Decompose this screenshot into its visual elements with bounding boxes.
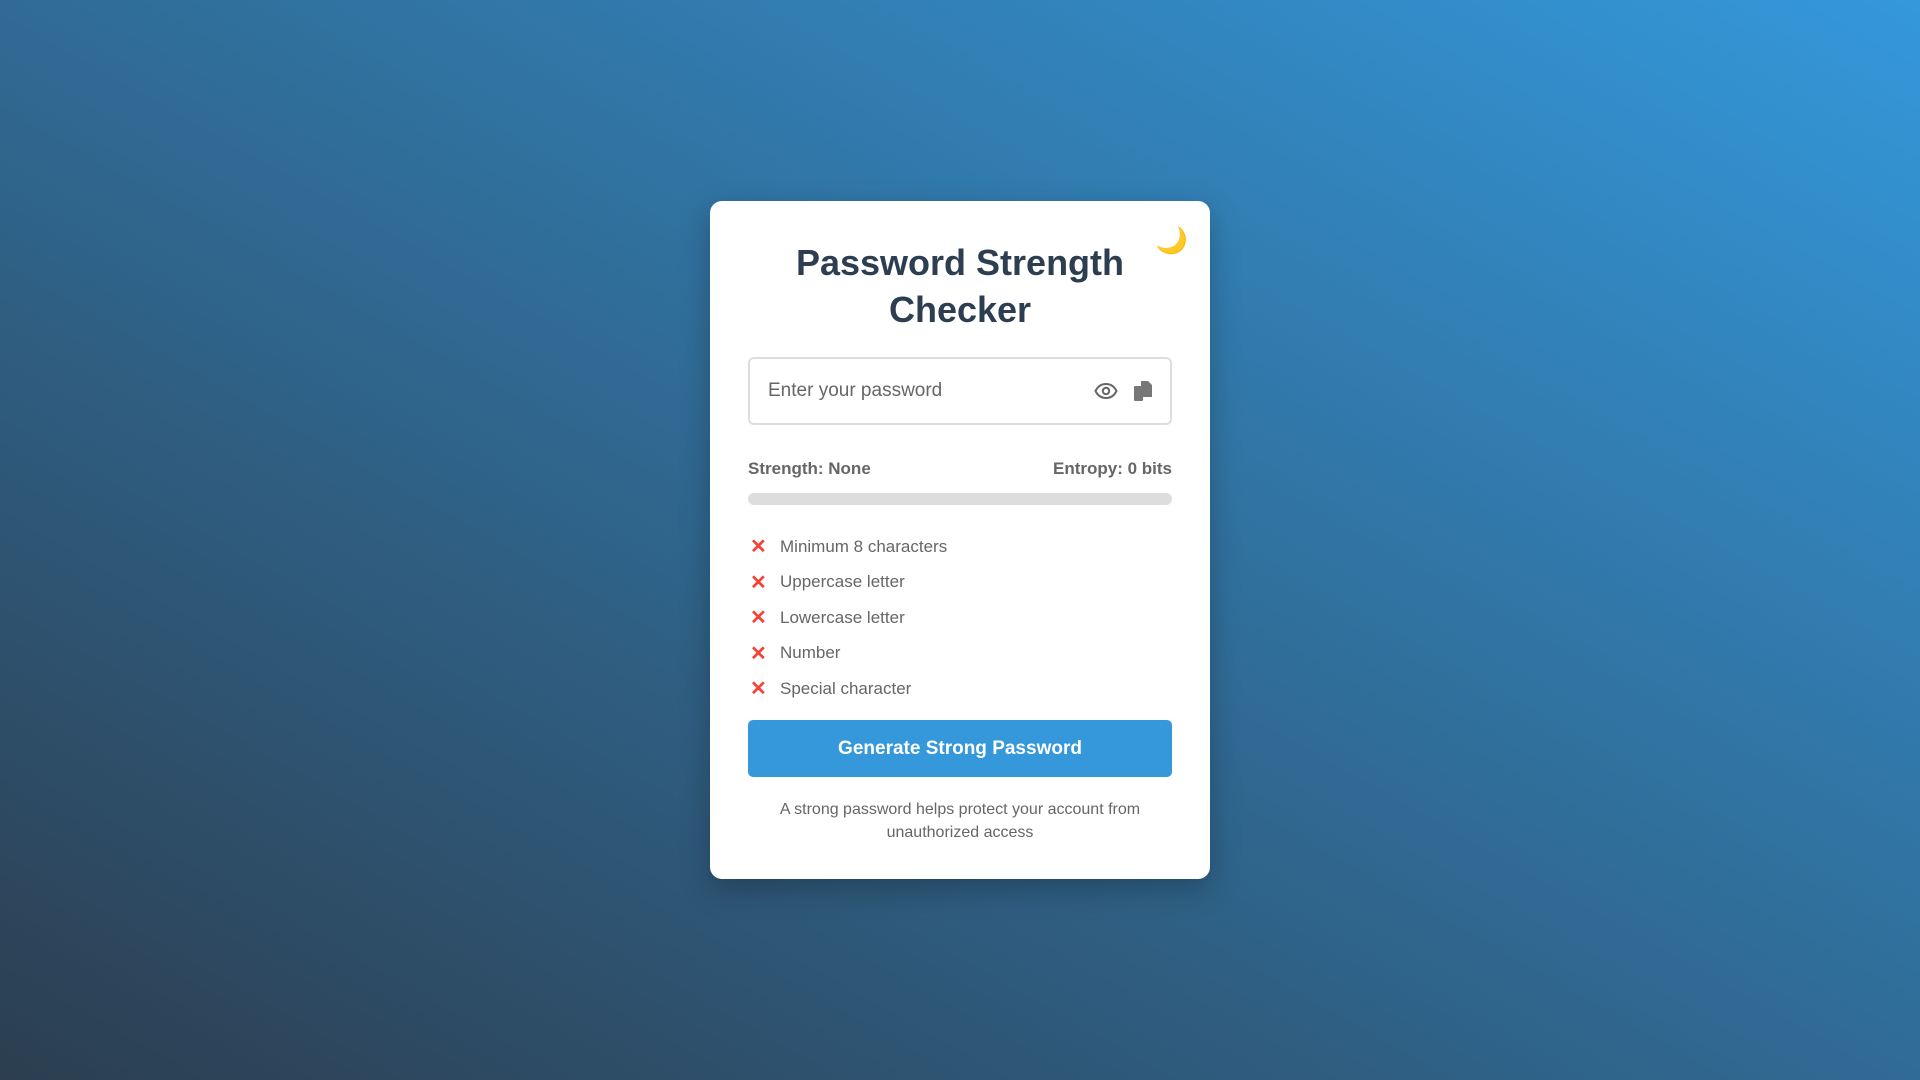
strength-label: Strength: None (748, 459, 871, 478)
requirement-item: ✕ Special character (748, 671, 947, 707)
cross-icon: ✕ (750, 678, 767, 701)
requirement-item: ✕ Uppercase letter (748, 565, 947, 601)
password-checker-card: 🌙 Password Strength Checker Strength: No… (710, 201, 1210, 879)
requirement-item: ✕ Minimum 8 characters (748, 529, 947, 565)
cross-icon: ✕ (750, 571, 767, 594)
strength-meter (748, 493, 1172, 505)
requirements-list: ✕ Minimum 8 characters ✕ Uppercase letter … (748, 529, 947, 707)
generate-password-button[interactable]: Generate Strong Password (748, 720, 1172, 777)
requirement-label: Minimum 8 characters (780, 536, 948, 556)
cross-icon: ✕ (750, 607, 767, 630)
copy-icon[interactable] (1132, 379, 1154, 408)
cross-icon: ✕ (750, 642, 767, 665)
requirement-item: ✕ Lowercase letter (748, 600, 947, 636)
requirement-label: Lowercase letter (780, 607, 905, 627)
footer-hint: A strong password helps protect your acc… (779, 801, 1141, 841)
toggle-visibility-eye-icon[interactable] (1094, 379, 1118, 408)
cross-icon: ✕ (750, 536, 767, 559)
requirement-label: Number (780, 643, 841, 663)
password-field-wrapper (748, 357, 1172, 425)
entropy-label: Entropy: 0 bits (1052, 459, 1172, 478)
requirement-label: Special character (780, 678, 912, 698)
page-title: Password Strength Checker (795, 242, 1125, 330)
password-input[interactable] (750, 359, 1070, 423)
requirement-label: Uppercase letter (780, 572, 905, 592)
requirement-item: ✕ Number (748, 636, 947, 672)
